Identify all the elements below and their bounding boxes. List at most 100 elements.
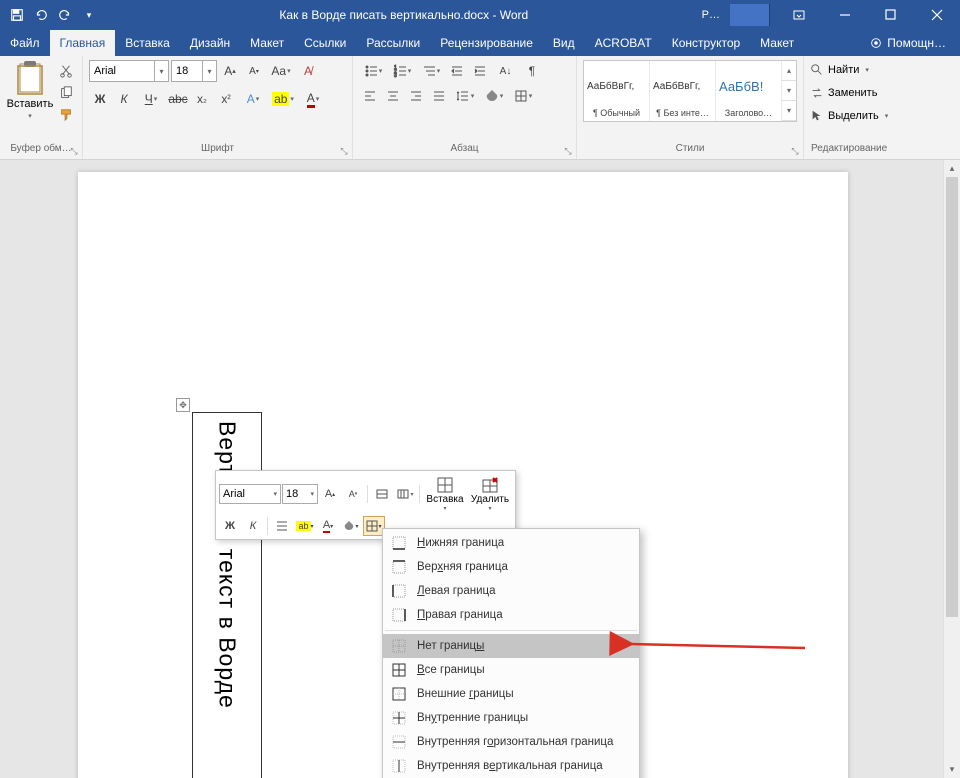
format-painter-button[interactable] [56, 106, 76, 124]
paste-button[interactable]: Вставить ▾ [6, 60, 54, 120]
tab-constructor[interactable]: Конструктор [662, 30, 750, 56]
superscript-button[interactable]: x² [215, 88, 237, 110]
align-right-button[interactable] [405, 85, 427, 107]
styles-gallery[interactable]: АаБбВвГг,¶ Обычный АаБбВвГг,¶ Без инте… … [583, 60, 797, 122]
tab-view[interactable]: Вид [543, 30, 585, 56]
subscript-button[interactable]: x₂ [191, 88, 213, 110]
mini-align2[interactable] [271, 516, 293, 536]
mini-shading[interactable]: ▾ [340, 516, 362, 536]
font-color-button[interactable]: A▾ [299, 88, 327, 110]
style-no-spacing[interactable]: АаБбВвГг,¶ Без инте… [650, 61, 716, 121]
tab-review[interactable]: Рецензирование [430, 30, 543, 56]
clear-format-button[interactable]: A̸ [297, 60, 319, 82]
multilevel-button[interactable]: ▾ [417, 60, 445, 82]
vertical-scrollbar[interactable]: ▴ ▾ [943, 160, 960, 778]
tab-design[interactable]: Дизайн [180, 30, 240, 56]
change-case-button[interactable]: Aa▾ [267, 60, 295, 82]
close-button[interactable] [914, 0, 960, 30]
scroll-up[interactable]: ▴ [944, 160, 960, 177]
border-left[interactable]: Левая граница [383, 579, 639, 603]
highlight-button[interactable]: ab▾ [269, 88, 297, 110]
maximize-button[interactable] [868, 0, 914, 30]
numbering-button[interactable]: 123▾ [388, 60, 416, 82]
border-outside[interactable]: Внешние границы [383, 682, 639, 706]
border-none[interactable]: Нет границы [383, 634, 639, 658]
tab-mailings[interactable]: Рассылки [356, 30, 430, 56]
border-inside[interactable]: Внутренние границы [383, 706, 639, 730]
mini-size-combo[interactable]: 18▾ [282, 484, 318, 504]
mini-grow-font[interactable]: A▴ [319, 484, 341, 504]
copy-button[interactable] [56, 84, 76, 102]
qat-customize-button[interactable]: ▾ [78, 4, 100, 26]
styles-more-button[interactable]: ▴▾▾ [782, 61, 796, 121]
cut-button[interactable] [56, 62, 76, 80]
tab-home[interactable]: Главная [50, 30, 116, 56]
border-top[interactable]: Верхняя граница [383, 555, 639, 579]
mini-font-combo[interactable]: Arial▾ [219, 484, 281, 504]
strike-button[interactable]: abc [167, 88, 189, 110]
replace-button[interactable]: Заменить [810, 83, 888, 103]
border-all[interactable]: Все границы [383, 658, 639, 682]
minimize-button[interactable] [822, 0, 868, 30]
ribbon-options-button[interactable] [776, 0, 822, 30]
mini-bold[interactable]: Ж [219, 516, 241, 536]
tab-layout2[interactable]: Макет [750, 30, 804, 56]
save-button[interactable] [6, 4, 28, 26]
table-move-handle[interactable]: ✥ [176, 398, 190, 412]
style-normal[interactable]: АаБбВвГг,¶ Обычный [584, 61, 650, 121]
shading-button[interactable]: ▾ [480, 85, 508, 107]
table-cell[interactable]: Верт ьный текст в Ворде [192, 412, 262, 778]
mini-font-color[interactable]: A▾ [317, 516, 339, 536]
tab-file[interactable]: Файл [0, 30, 50, 56]
tab-acrobat[interactable]: ACROBAT [585, 30, 662, 56]
border-bottom[interactable]: Нижняя граница [383, 531, 639, 555]
clipboard-launcher[interactable]: ⤡ [68, 145, 80, 157]
font-name-combo[interactable]: Arial▾ [89, 60, 169, 82]
styles-launcher[interactable]: ⤡ [789, 145, 801, 157]
decrease-indent-button[interactable] [446, 60, 468, 82]
tab-insert[interactable]: Вставка [115, 30, 180, 56]
undo-button[interactable] [30, 4, 52, 26]
tell-me-search[interactable]: Помощн… [855, 30, 960, 56]
border-inside-v[interactable]: Внутренняя вертикальная граница [383, 754, 639, 778]
align-left-button[interactable] [359, 85, 381, 107]
group-editing: Найти▾ Заменить Выделить▾ Редактирование [804, 56, 894, 159]
increase-indent-button[interactable] [469, 60, 491, 82]
scroll-thumb[interactable] [946, 177, 958, 617]
text-effects-button[interactable]: A▾ [239, 88, 267, 110]
tab-references[interactable]: Ссылки [294, 30, 356, 56]
underline-button[interactable]: Ч▾ [137, 88, 165, 110]
line-spacing-button[interactable]: ▾ [451, 85, 479, 107]
tab-layout[interactable]: Макет [240, 30, 294, 56]
show-marks-button[interactable]: ¶ [521, 60, 543, 82]
mini-italic[interactable]: К [242, 516, 264, 536]
shrink-font-button[interactable]: A▾ [243, 60, 265, 82]
italic-button[interactable]: К [113, 88, 135, 110]
mini-highlight[interactable]: ab▾ [294, 516, 316, 536]
mini-insert-button[interactable]: Вставка▾ [423, 474, 467, 514]
bullets-button[interactable]: ▾ [359, 60, 387, 82]
style-heading1[interactable]: АаБбВ!Заголово… [716, 61, 782, 121]
borders-button[interactable]: ▾ [509, 85, 537, 107]
bold-button[interactable]: Ж [89, 88, 111, 110]
mini-delete-button[interactable]: Удалить▾ [468, 474, 512, 514]
mini-merge-button[interactable] [371, 484, 393, 504]
mini-align-button[interactable]: ▾ [394, 484, 416, 504]
grow-font-button[interactable]: A▴ [219, 60, 241, 82]
sort-button[interactable]: A↓ [492, 60, 520, 82]
font-launcher[interactable]: ⤡ [338, 145, 350, 157]
mini-shrink-font[interactable]: A▾ [342, 484, 364, 504]
paragraph-launcher[interactable]: ⤡ [562, 145, 574, 157]
align-center-button[interactable] [382, 85, 404, 107]
user-badge[interactable]: P… [702, 9, 720, 21]
scroll-down[interactable]: ▾ [944, 761, 960, 778]
redo-button[interactable] [54, 4, 76, 26]
border-right[interactable]: Правая граница [383, 603, 639, 627]
select-button[interactable]: Выделить▾ [810, 106, 888, 126]
border-inside-h[interactable]: Внутренняя горизонтальная граница [383, 730, 639, 754]
share-panel[interactable] [730, 4, 770, 26]
vertical-text: Верт ьный текст в Ворде [214, 421, 241, 709]
justify-button[interactable] [428, 85, 450, 107]
font-size-combo[interactable]: 18▾ [171, 60, 217, 82]
find-button[interactable]: Найти▾ [810, 60, 888, 80]
